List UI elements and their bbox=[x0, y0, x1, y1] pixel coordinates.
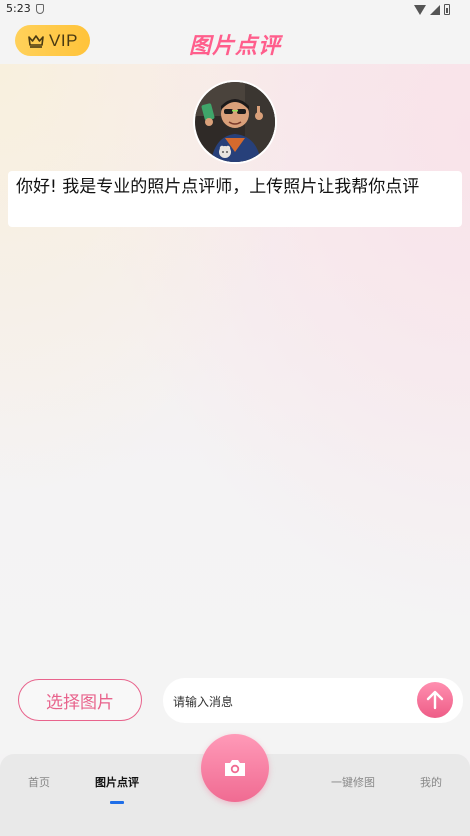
app-header: VIP 图片点评 bbox=[0, 20, 470, 64]
assistant-avatar bbox=[193, 80, 277, 164]
wifi-icon bbox=[414, 4, 426, 15]
assistant-message: 你好! 我是专业的照片点评师，上传照片让我帮你点评 bbox=[8, 171, 462, 227]
tab-one-click-edit[interactable]: 一键修图 bbox=[331, 774, 375, 790]
arrow-up-icon bbox=[426, 690, 444, 710]
message-text: 你好! 我是专业的照片点评师，上传照片让我帮你点评 bbox=[16, 177, 420, 197]
avatar-photo bbox=[195, 82, 275, 162]
tab-home-label: 首页 bbox=[28, 776, 50, 789]
message-input[interactable] bbox=[171, 690, 415, 714]
shield-icon bbox=[36, 4, 44, 14]
camera-icon bbox=[225, 760, 245, 776]
status-icons bbox=[414, 4, 450, 15]
tab-home[interactable]: 首页 bbox=[28, 774, 50, 790]
battery-icon bbox=[444, 4, 450, 15]
tab-mine[interactable]: 我的 bbox=[420, 774, 442, 790]
chat-area: 你好! 我是专业的照片点评师，上传照片让我帮你点评 选择图片 bbox=[0, 64, 470, 754]
tab-mine-label: 我的 bbox=[420, 776, 442, 789]
message-input-container bbox=[163, 678, 463, 723]
send-button[interactable] bbox=[417, 682, 453, 718]
status-time: 5:23 bbox=[6, 2, 31, 15]
bottom-tab-bar: 首页 图片点评 一键修图 我的 bbox=[0, 734, 470, 836]
page-title: 图片点评 bbox=[188, 34, 281, 59]
choose-image-label: 选择图片 bbox=[46, 692, 114, 713]
choose-image-button[interactable]: 选择图片 bbox=[18, 679, 142, 721]
status-bar: 5:23 bbox=[0, 0, 470, 20]
signal-icon bbox=[430, 4, 440, 15]
tab-photo-review-label: 图片点评 bbox=[95, 776, 139, 789]
tab-one-click-edit-label: 一键修图 bbox=[331, 776, 375, 789]
tab-photo-review[interactable]: 图片点评 bbox=[95, 774, 139, 790]
camera-button[interactable] bbox=[201, 734, 269, 802]
active-tab-indicator bbox=[110, 801, 124, 804]
